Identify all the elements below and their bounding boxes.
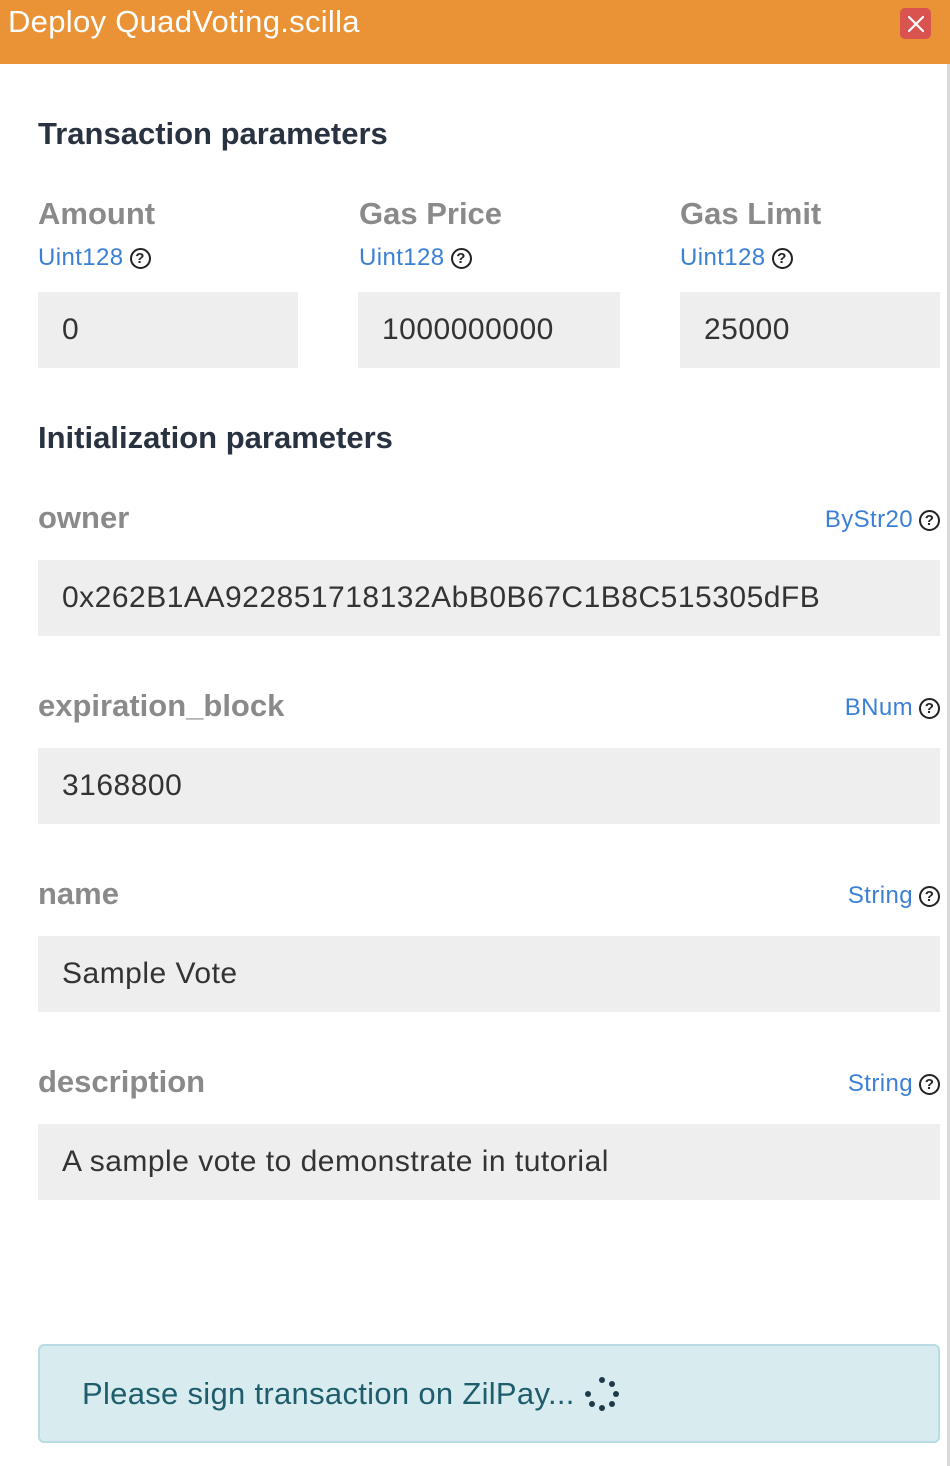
name-type: String ? [848,882,940,910]
owner-label: owner [38,500,130,535]
description-type: String ? [848,1070,940,1098]
help-icon[interactable]: ? [919,885,940,907]
help-icon[interactable]: ? [919,509,940,531]
help-icon[interactable]: ? [450,247,472,269]
close-icon [907,15,924,32]
gas-limit-type: Uint128 ? [680,244,793,272]
gas-limit-input[interactable] [680,292,940,368]
gas-price-type: Uint128 ? [359,244,472,272]
description-type-link[interactable]: String [848,1070,913,1098]
expiration-block-input[interactable] [38,748,940,824]
status-message: Please sign transaction on ZilPay... [82,1375,575,1411]
expiration-block-label: expiration_block [38,688,285,723]
gas-limit-label: Gas Limit [680,196,822,231]
gas-limit-type-link[interactable]: Uint128 [680,244,766,272]
initialization-parameters-heading: Initialization parameters [38,420,393,455]
amount-type: Uint128 ? [38,244,151,272]
close-button[interactable] [900,8,931,39]
name-type-link[interactable]: String [848,882,913,910]
loading-spinner-icon [584,1376,619,1411]
help-icon[interactable]: ? [771,247,793,269]
description-label: description [38,1064,206,1099]
expiration-block-type: BNum ? [845,694,940,722]
name-input[interactable] [38,936,940,1012]
gas-price-label: Gas Price [359,196,503,231]
help-icon[interactable]: ? [129,247,151,269]
description-input[interactable] [38,1124,940,1200]
amount-label: Amount [38,196,156,231]
help-icon[interactable]: ? [919,697,940,719]
status-alert: Please sign transaction on ZilPay... [38,1344,940,1443]
dialog-title: Deploy QuadVoting.scilla [8,4,360,39]
gas-price-type-link[interactable]: Uint128 [359,244,445,272]
expiration-block-type-link[interactable]: BNum [845,694,913,722]
help-icon[interactable]: ? [919,1073,940,1095]
name-label: name [38,876,119,911]
owner-type: ByStr20 ? [825,506,940,534]
owner-input[interactable] [38,560,940,636]
amount-type-link[interactable]: Uint128 [38,244,124,272]
transaction-parameters-heading: Transaction parameters [38,116,388,151]
amount-input[interactable] [38,292,298,368]
gas-price-input[interactable] [358,292,620,368]
owner-type-link[interactable]: ByStr20 [825,506,913,534]
dialog-header: Deploy QuadVoting.scilla [0,0,950,64]
